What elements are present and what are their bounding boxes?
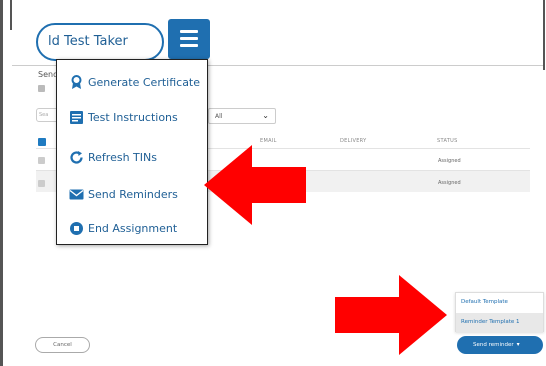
red-arrow-left-icon: [204, 145, 306, 225]
caret-down-icon: ▾: [516, 341, 520, 348]
filter-select-value: All: [215, 113, 223, 120]
window-left-border: [0, 0, 3, 366]
menu-item-label: Generate Certificate: [88, 75, 201, 89]
hamburger-icon-line: [180, 37, 198, 40]
column-header-status: STATUS: [437, 138, 458, 144]
stop-circle-icon: [69, 221, 84, 236]
refresh-icon: [69, 150, 84, 165]
filter-select[interactable]: All ⌄: [208, 108, 276, 124]
template-option[interactable]: Default Template: [456, 293, 543, 313]
menu-item-refresh-tins[interactable]: Refresh TINs: [69, 145, 157, 169]
template-option[interactable]: Reminder Template 1: [456, 313, 543, 333]
menu-item-generate-certificate[interactable]: Generate Certificate: [69, 70, 200, 94]
hamburger-icon: [180, 30, 198, 33]
add-test-taker-button[interactable]: ld Test Taker: [36, 23, 164, 61]
menu-item-label: Test Instructions: [88, 110, 178, 124]
select-all-checkbox[interactable]: [38, 85, 45, 92]
red-arrow-right-icon: [335, 275, 447, 355]
row-checkbox[interactable]: [38, 157, 45, 164]
menu-item-label: Refresh TINs: [88, 150, 157, 164]
status-cell: Assigned: [438, 158, 461, 164]
menu-item-label: End Assignment: [88, 221, 178, 235]
column-header-delivery: DELIVERY: [340, 138, 367, 144]
window-border-line-right: [543, 0, 545, 70]
menu-item-test-instructions[interactable]: Test Instructions: [69, 105, 178, 129]
send-reminder-button[interactable]: Send reminder ▾: [457, 336, 543, 354]
header-checkbox[interactable]: [38, 138, 46, 146]
menu-item-send-reminders[interactable]: Send Reminders: [69, 182, 178, 206]
actions-menu: Generate Certificate Test Instructions R…: [56, 59, 208, 245]
template-popup: Default Template Reminder Template 1: [455, 292, 544, 333]
hamburger-menu-button[interactable]: [168, 19, 210, 59]
send-reminder-label: Send reminder: [473, 342, 514, 348]
chevron-down-icon: ⌄: [262, 111, 269, 120]
row-checkbox[interactable]: [38, 180, 45, 187]
menu-item-label: Send Reminders: [88, 187, 178, 201]
envelope-icon: [69, 187, 84, 202]
status-cell: Assigned: [438, 180, 461, 186]
menu-item-end-assignment[interactable]: End Assignment: [69, 216, 177, 240]
window-border-line: [10, 0, 12, 30]
hamburger-icon-line: [180, 44, 198, 47]
cancel-button[interactable]: Cancel: [35, 337, 90, 353]
pill-label: ld Test Taker: [48, 34, 128, 49]
certificate-icon: [69, 74, 84, 90]
document-icon: [69, 110, 84, 125]
